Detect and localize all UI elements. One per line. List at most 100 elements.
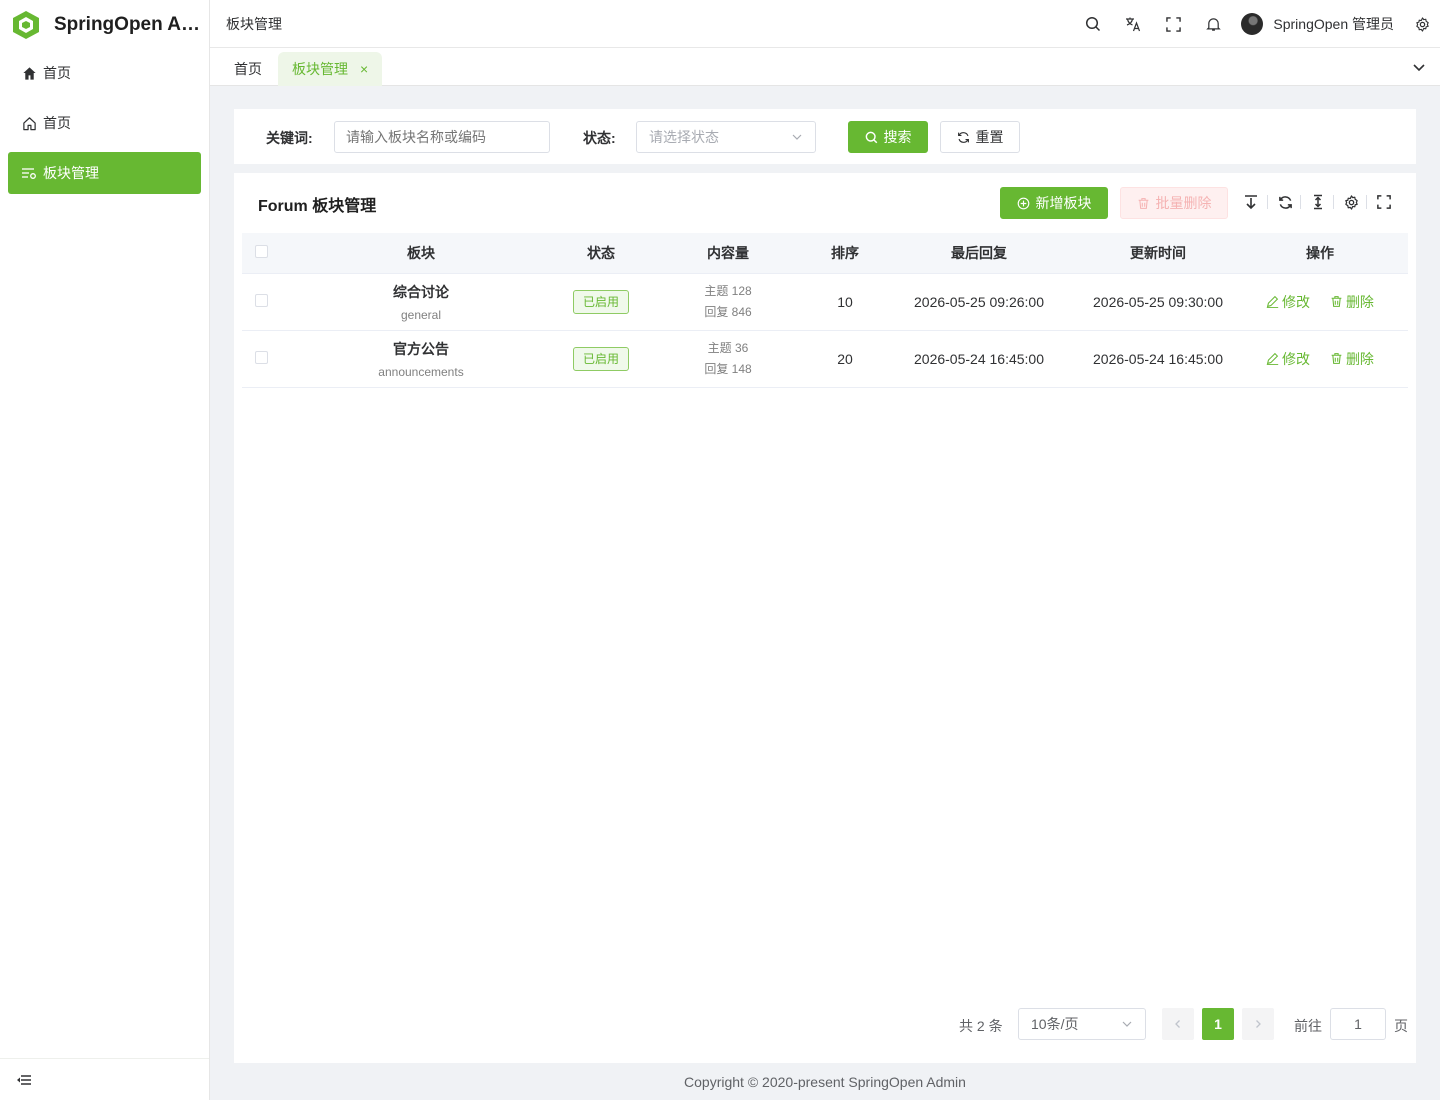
keyword-input[interactable] — [334, 121, 550, 153]
chevron-down-icon — [1122, 1021, 1132, 1027]
user-menu[interactable]: SpringOpen 管理员 — [1241, 13, 1394, 35]
fullscreen-icon — [1166, 16, 1181, 32]
column-header[interactable]: 排序 — [816, 233, 874, 274]
collapse-sidebar-button[interactable] — [0, 1058, 209, 1100]
tool-divider — [1333, 195, 1334, 209]
edit-icon — [1266, 352, 1279, 365]
sort-order: 10 — [816, 273, 874, 331]
collapse-icon — [17, 1074, 31, 1085]
pagination-total: 共 2 条 — [959, 1018, 1003, 1034]
fullscreen-tool[interactable] — [1375, 193, 1393, 211]
last-reply-time: 2026-05-25 09:26:00 — [874, 273, 1084, 331]
page-size-select[interactable]: 10条/页 — [1018, 1008, 1146, 1040]
refresh-tool[interactable] — [1276, 193, 1294, 211]
board-code: announcements — [378, 364, 464, 379]
settings-button[interactable] — [1404, 0, 1440, 48]
table-panel: Forum 板块管理 新增板块 批量删除 板块 状态 内容量 排序 最后回复 更… — [234, 173, 1416, 1063]
select-all-checkbox[interactable] — [254, 244, 268, 258]
download-icon — [1245, 195, 1257, 210]
reset-button[interactable]: 重置 — [940, 121, 1020, 153]
sidebar-item-board-management[interactable]: 板块管理 — [8, 152, 201, 194]
page-number-current[interactable]: 1 — [1202, 1008, 1234, 1040]
last-reply-time: 2026-05-24 16:45:00 — [874, 330, 1084, 388]
close-icon[interactable]: × — [360, 61, 368, 77]
column-header[interactable]: 内容量 — [640, 233, 816, 274]
tab-board-management[interactable]: 板块管理 × — [278, 52, 383, 86]
table-row: 综合讨论 general 已启用 主题 128 回复 846 10 2026-0… — [242, 273, 1408, 331]
translate-icon — [1126, 17, 1141, 32]
list-settings-icon — [21, 165, 37, 181]
updated-time: 2026-05-24 16:45:00 — [1084, 330, 1232, 388]
delete-button[interactable]: 删除 — [1330, 349, 1374, 369]
sidebar: SpringOpen Ad... 首页 首页 板块管理 — [0, 0, 210, 1100]
edit-button[interactable]: 修改 — [1266, 292, 1310, 312]
page-suffix: 页 — [1394, 1018, 1408, 1034]
logo[interactable]: SpringOpen Ad... — [0, 0, 209, 50]
tab-home[interactable]: 首页 — [220, 52, 276, 86]
tabs-dropdown-button[interactable] — [1410, 58, 1428, 76]
updated-time: 2026-05-25 09:30:00 — [1084, 273, 1232, 331]
density-tool[interactable] — [1309, 193, 1327, 211]
prev-page-button[interactable] — [1162, 1008, 1194, 1040]
reply-count: 回复 846 — [704, 304, 752, 319]
board-table: 板块 状态 内容量 排序 最后回复 更新时间 操作 综合讨论 general 已… — [242, 233, 1408, 388]
row-checkbox[interactable] — [254, 350, 268, 364]
cube-logo-icon — [13, 11, 39, 39]
board-code: general — [400, 307, 442, 322]
column-header[interactable]: 状态 — [562, 233, 640, 274]
chevron-down-icon — [792, 134, 802, 140]
search-form: 关键词: 状态: 请选择状态 搜索 重置 — [234, 109, 1416, 164]
next-page-button[interactable] — [1242, 1008, 1274, 1040]
delete-button[interactable]: 删除 — [1330, 292, 1374, 312]
edit-label: 修改 — [1282, 293, 1311, 310]
sort-order: 20 — [816, 330, 874, 388]
tool-divider — [1300, 195, 1301, 209]
fullscreen-button[interactable] — [1153, 0, 1193, 48]
search-label: 搜索 — [883, 129, 912, 145]
search-button[interactable] — [1073, 0, 1113, 48]
goto-label: 前往 — [1294, 1018, 1322, 1034]
column-header[interactable]: 板块 — [280, 233, 562, 274]
edit-button[interactable]: 修改 — [1266, 349, 1310, 369]
keyword-label: 关键词: — [266, 130, 313, 146]
tool-divider — [1366, 195, 1367, 209]
tab-label: 首页 — [234, 61, 262, 77]
column-settings-tool[interactable] — [1342, 193, 1360, 211]
notifications-button[interactable] — [1193, 0, 1233, 48]
sidebar-item-home-2[interactable]: 首页 — [8, 102, 201, 144]
column-header[interactable]: 更新时间 — [1084, 233, 1232, 274]
page-title: Forum 板块管理 — [258, 198, 377, 215]
sidebar-item-home[interactable]: 首页 — [8, 52, 201, 94]
export-tool[interactable] — [1242, 193, 1260, 211]
app-title: SpringOpen Ad... — [54, 14, 204, 35]
table-row: 官方公告 announcements 已启用 主题 36 回复 148 20 2… — [242, 330, 1408, 388]
trash-icon — [1331, 296, 1342, 307]
status-badge: 已启用 — [572, 289, 629, 314]
sidebar-item-label: 首页 — [43, 65, 71, 81]
breadcrumb[interactable]: 板块管理 — [226, 14, 282, 34]
batch-delete-button[interactable]: 批量删除 — [1120, 187, 1228, 219]
home-outline-icon — [21, 115, 37, 131]
status-label: 状态: — [583, 130, 616, 146]
row-checkbox[interactable] — [254, 293, 268, 307]
edit-icon — [1266, 295, 1279, 308]
batch-delete-label: 批量删除 — [1155, 195, 1212, 211]
add-board-button[interactable]: 新增板块 — [1000, 187, 1108, 219]
column-header: 操作 — [1232, 233, 1408, 274]
goto-page-input[interactable] — [1330, 1008, 1386, 1040]
top-header: 板块管理 SpringOpen 管理员 — [210, 0, 1440, 48]
add-board-label: 新增板块 — [1035, 195, 1092, 211]
language-button[interactable] — [1113, 0, 1153, 48]
chevron-down-icon — [1413, 64, 1425, 72]
delete-label: 删除 — [1345, 293, 1374, 310]
status-select[interactable]: 请选择状态 — [636, 121, 816, 153]
column-header[interactable]: 最后回复 — [874, 233, 1084, 274]
trash-icon — [1138, 197, 1148, 209]
plus-circle-icon — [1017, 197, 1029, 209]
sidebar-item-label: 首页 — [43, 115, 71, 131]
topic-count: 主题 128 — [704, 283, 752, 298]
search-button[interactable]: 搜索 — [848, 121, 928, 153]
table-header-row: 板块 状态 内容量 排序 最后回复 更新时间 操作 — [242, 233, 1408, 274]
delete-label: 删除 — [1345, 350, 1374, 367]
status-badge: 已启用 — [572, 346, 629, 371]
